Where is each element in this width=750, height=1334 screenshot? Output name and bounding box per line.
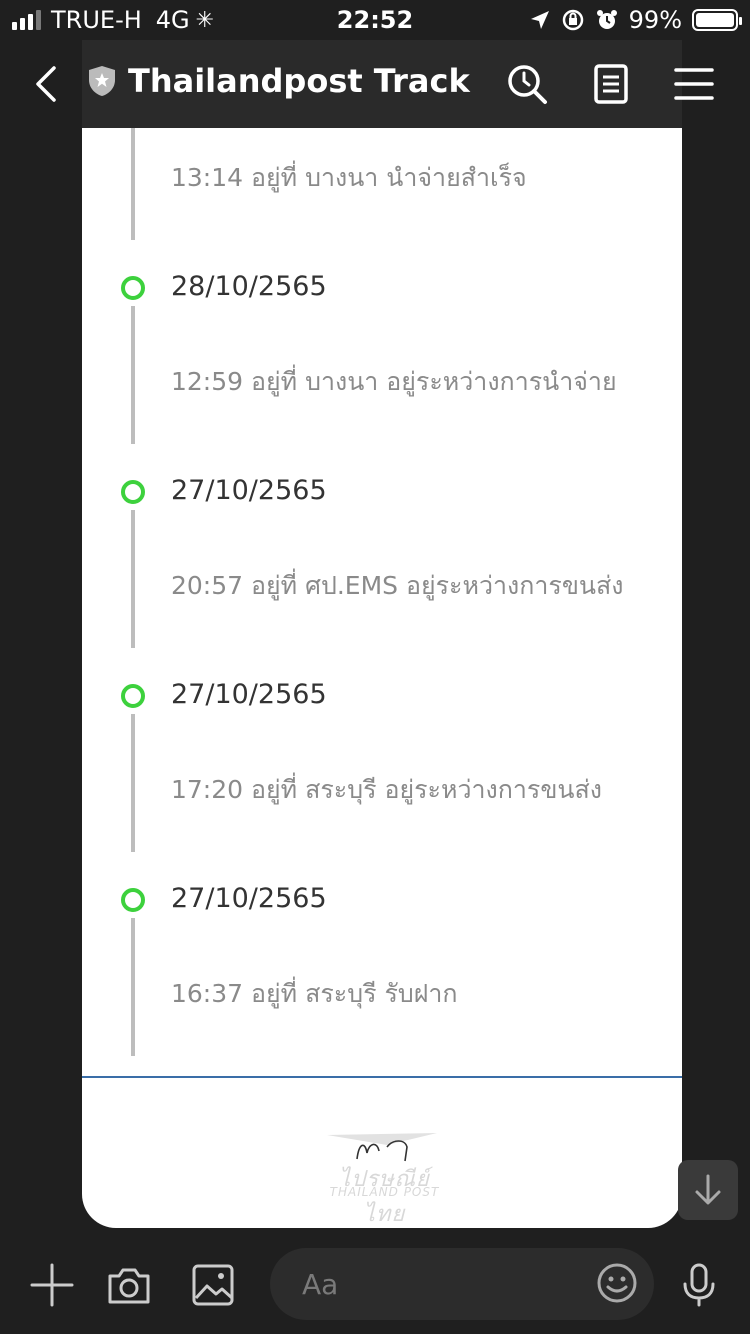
search-clock-icon[interactable] bbox=[505, 62, 549, 106]
arrow-down-icon bbox=[695, 1174, 721, 1205]
alarm-icon bbox=[596, 10, 617, 29]
timeline-date: 27/10/2565 bbox=[171, 475, 327, 506]
message-input[interactable]: Aa bbox=[270, 1248, 654, 1320]
timeline-line bbox=[131, 306, 135, 444]
timeline-line bbox=[131, 128, 135, 240]
scroll-to-bottom-button[interactable] bbox=[678, 1160, 738, 1220]
camera-icon[interactable] bbox=[106, 1262, 152, 1308]
timeline-dot-icon bbox=[121, 276, 145, 300]
plus-icon[interactable] bbox=[29, 1262, 75, 1308]
timeline-date: 28/10/2565 bbox=[171, 271, 327, 302]
status-right: 99% bbox=[529, 6, 742, 34]
timeline-date: 27/10/2565 bbox=[171, 883, 327, 914]
section-divider bbox=[82, 1076, 682, 1078]
timeline-detail: 17:20 อยู่ที่ สระบุรี อยู่ระหว่างการขนส่… bbox=[171, 775, 602, 804]
logo-subtext: THAILAND POST bbox=[329, 1185, 440, 1199]
timeline-line bbox=[131, 714, 135, 852]
composer-bar: Aa bbox=[0, 1234, 750, 1334]
timeline-detail: 13:14 อยู่ที่ บางนา นำจ่ายสำเร็จ bbox=[171, 163, 527, 192]
location-arrow-icon bbox=[530, 11, 549, 29]
chat-title[interactable]: Thailandpost Track bbox=[88, 62, 470, 100]
page-title: Thailandpost Track bbox=[128, 62, 470, 100]
timeline-dot-icon bbox=[121, 888, 145, 912]
message-placeholder: Aa bbox=[302, 1268, 339, 1301]
timeline-date: 27/10/2565 bbox=[171, 679, 327, 710]
notes-icon[interactable] bbox=[589, 62, 633, 106]
logo-wing-icon bbox=[327, 1133, 437, 1162]
menu-icon[interactable] bbox=[672, 62, 716, 106]
status-bar: TRUE-H 4G ✳ 22:52 99% bbox=[0, 0, 750, 40]
thailand-post-logo: ไปรษณีย์ไทย THAILAND POST bbox=[327, 1133, 442, 1227]
battery-icon bbox=[692, 9, 742, 31]
emoji-icon[interactable] bbox=[596, 1262, 638, 1304]
battery-percent: 99% bbox=[628, 6, 682, 34]
timeline-dot-icon bbox=[121, 480, 145, 504]
tracking-card: 13:14 อยู่ที่ บางนา นำจ่ายสำเร็จ 28/10/2… bbox=[82, 128, 682, 1228]
timeline-line bbox=[131, 510, 135, 648]
timeline-dot-icon bbox=[121, 684, 145, 708]
shield-star-icon bbox=[89, 66, 115, 96]
rotation-lock-icon bbox=[562, 9, 583, 31]
microphone-icon[interactable] bbox=[676, 1262, 722, 1308]
timeline-detail: 20:57 อยู่ที่ ศป.EMS อยู่ระหว่างการขนส่ง bbox=[171, 571, 624, 600]
timeline-line bbox=[131, 918, 135, 1056]
back-chevron-icon[interactable] bbox=[24, 62, 68, 106]
timeline-detail: 12:59 อยู่ที่ บางนา อยู่ระหว่างการนำจ่าย bbox=[171, 367, 617, 396]
image-icon[interactable] bbox=[190, 1262, 236, 1308]
header: Thailandpost Track bbox=[0, 40, 750, 128]
timeline-detail: 16:37 อยู่ที่ สระบุรี รับฝาก bbox=[171, 979, 458, 1008]
